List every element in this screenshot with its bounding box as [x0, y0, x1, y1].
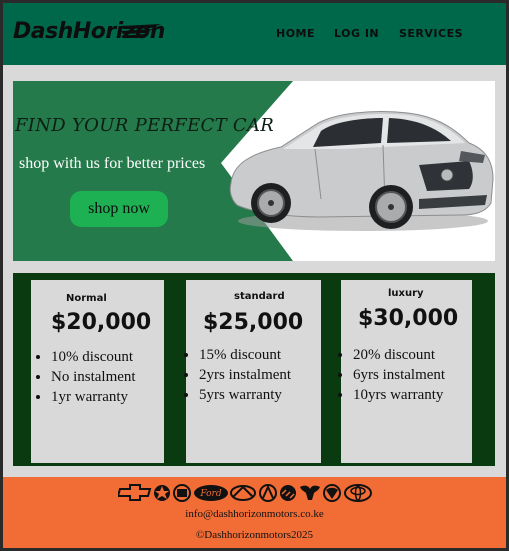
ford-logo-icon: Ford — [194, 485, 228, 501]
footer-email[interactable]: info@dashhorizonmotors.co.ke — [3, 508, 506, 520]
site-header: DashHorizon HOME LOG IN SERVICES — [3, 3, 506, 65]
dodge-logo-icon — [300, 485, 320, 500]
plan-tier: Normal — [66, 293, 107, 304]
pricing-card-normal[interactable]: Normal $20,000 10% discount No instalmen… — [31, 280, 164, 463]
hero-banner: FIND YOUR PERFECT CAR shop with us for b… — [13, 81, 495, 261]
chevrolet-logo-icon — [118, 484, 152, 501]
plan-feature: 1yr warranty — [51, 387, 136, 407]
plan-feature: 15% discount — [199, 345, 291, 365]
nav-home[interactable]: HOME — [276, 27, 315, 40]
pricing-card-luxury[interactable]: luxury $30,000 20% discount 6yrs instalm… — [341, 280, 472, 463]
plan-tier: standard — [234, 291, 285, 302]
toyota-logo-icon — [344, 484, 372, 502]
plan-tier: luxury — [388, 288, 424, 299]
logo-swoosh-icon — [121, 24, 161, 38]
plan-features: 10% discount No instalment 1yr warranty — [33, 347, 136, 407]
plan-feature: No instalment — [51, 367, 136, 387]
plan-feature: 10% discount — [51, 347, 136, 367]
car-brand-logos: Ford — [118, 484, 372, 502]
plan-features: 15% discount 2yrs instalment 5yrs warran… — [181, 345, 291, 405]
page: DashHorizon HOME LOG IN SERVICES FIND YO… — [3, 3, 506, 548]
site-footer: Ford info@dashhorizonmotors.co.ke ©Dashh… — [3, 477, 506, 548]
plan-feature: 2yrs instalment — [199, 365, 291, 385]
plan-price: $30,000 — [358, 306, 459, 331]
svg-text:Ford: Ford — [199, 489, 221, 499]
plan-feature: 20% discount — [353, 345, 445, 365]
plan-features: 20% discount 6yrs instalment 10yrs warra… — [335, 345, 445, 405]
infiniti-logo-icon — [230, 485, 256, 501]
plan-price: $25,000 — [203, 310, 304, 335]
plan-price: $20,000 — [51, 310, 152, 335]
pricing-section: Normal $20,000 10% discount No instalmen… — [13, 273, 495, 466]
nav-services[interactable]: SERVICES — [399, 27, 463, 40]
nav-login[interactable]: LOG IN — [334, 27, 379, 40]
shop-now-button[interactable]: shop now — [70, 191, 168, 227]
cadillac-logo-icon — [173, 484, 191, 502]
ram-logo-icon — [323, 484, 341, 502]
plan-feature: 10yrs warranty — [353, 385, 445, 405]
car-image — [229, 111, 494, 231]
plan-feature: 6yrs instalment — [353, 365, 445, 385]
acura-logo-icon — [259, 484, 277, 502]
pricing-card-standard[interactable]: standard $25,000 15% discount 2yrs insta… — [186, 280, 321, 463]
buick-logo-icon — [280, 485, 296, 501]
hero-subtitle: shop with us for better prices — [19, 155, 206, 172]
plan-feature: 5yrs warranty — [199, 385, 291, 405]
chrysler-logo-icon — [154, 485, 170, 501]
footer-copyright: ©Dashhorizonmotors2025 — [195, 529, 314, 541]
